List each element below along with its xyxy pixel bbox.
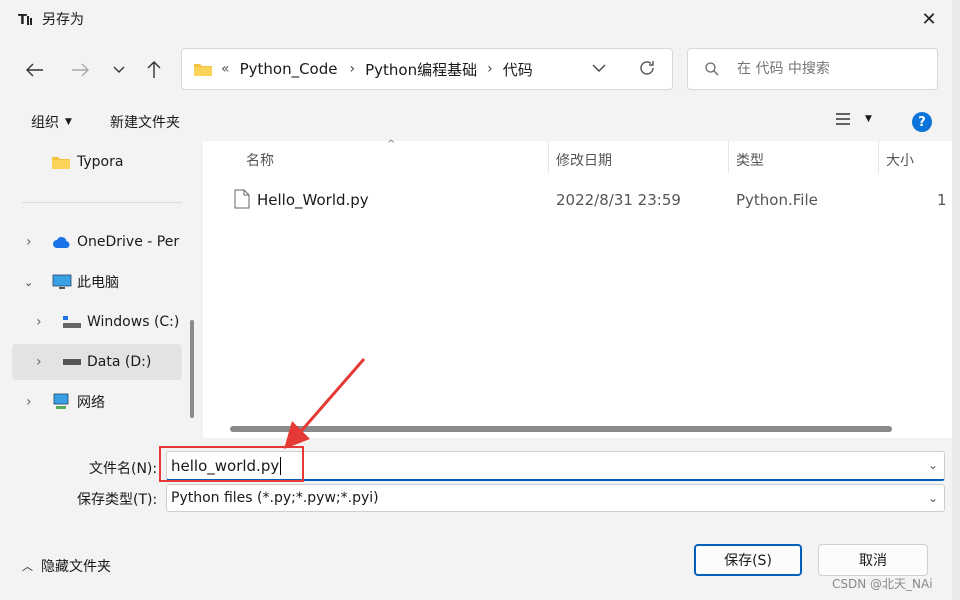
drive-icon	[63, 359, 81, 365]
nav-scrollbar[interactable]	[190, 320, 194, 418]
arrow-left-icon	[26, 63, 43, 77]
recent-locations-button[interactable]	[104, 56, 134, 84]
refresh-button[interactable]	[638, 59, 656, 81]
column-header-name[interactable]: 名称	[246, 150, 274, 170]
column-divider[interactable]	[548, 141, 549, 173]
column-header-size[interactable]: 大小	[886, 150, 914, 170]
file-icon	[234, 189, 250, 209]
filetype-value: Python files (*.py;*.pyw;*.pyi)	[171, 490, 379, 506]
view-options-button[interactable]: ▼	[835, 112, 872, 126]
address-bar[interactable]: « Python_Code › Python编程基础 › 代码	[181, 48, 673, 90]
nav-item-drive-d[interactable]: › Data (D:)	[12, 344, 182, 380]
computer-icon	[52, 274, 72, 289]
file-name: Hello_World.py	[257, 191, 369, 209]
search-input[interactable]	[735, 60, 919, 78]
folder-icon	[194, 64, 212, 76]
nav-item-label: OneDrive - Per	[77, 234, 180, 250]
help-button[interactable]: ?	[912, 112, 932, 132]
chevron-right-icon[interactable]: ›	[26, 234, 52, 250]
filetype-select[interactable]: Python files (*.py;*.pyw;*.pyi) ⌄	[166, 484, 945, 512]
file-type: Python.File	[736, 191, 818, 209]
column-divider[interactable]	[878, 141, 879, 173]
save-button[interactable]: 保存(S)	[694, 544, 802, 576]
help-icon: ?	[918, 114, 926, 130]
chevron-right-icon[interactable]: ›	[26, 394, 52, 410]
arrow-up-icon	[147, 61, 161, 78]
close-button[interactable]: ✕	[912, 4, 946, 34]
hide-folders-toggle[interactable]: ︿ 隐藏文件夹	[22, 556, 111, 576]
column-header-type[interactable]: 类型	[736, 150, 764, 170]
cancel-label: 取消	[859, 553, 887, 569]
svg-text:T: T	[18, 13, 27, 27]
nav-item-this-pc[interactable]: ⌄ 此电脑	[12, 264, 182, 300]
nav-item-label: Windows (C:)	[87, 314, 180, 330]
table-row[interactable]: Hello_World.py 2022/8/31 23:59 Python.Fi…	[203, 183, 952, 217]
save-label: 保存(S)	[724, 553, 772, 569]
hide-folders-label: 隐藏文件夹	[41, 559, 111, 575]
cloud-icon	[53, 237, 70, 248]
windows-drive-icon	[63, 316, 81, 328]
chevron-down-icon[interactable]: ⌄	[24, 276, 52, 289]
sort-ascending-icon: ^	[387, 139, 396, 150]
breadcrumb-separator-icon: ›	[487, 61, 493, 77]
file-modified: 2022/8/31 23:59	[556, 191, 681, 209]
chevron-down-icon	[113, 66, 125, 73]
breadcrumb-code[interactable]: 代码	[503, 59, 533, 80]
new-folder-button[interactable]: 新建文件夹	[110, 112, 180, 132]
refresh-icon	[640, 61, 654, 75]
navigation-pane: Typora › OneDrive - Per ⌄ 此电脑 › Windows …	[12, 141, 198, 438]
folder-icon	[52, 157, 70, 169]
back-button[interactable]	[20, 56, 50, 84]
watermark: CSDN @北天_NAi	[832, 577, 933, 591]
organize-menu[interactable]: 组织 ▼	[31, 112, 72, 132]
nav-item-label: 此电脑	[77, 275, 119, 291]
network-icon	[53, 393, 69, 409]
search-box[interactable]	[687, 48, 938, 90]
filename-label: 文件名(N):	[89, 461, 158, 477]
breadcrumb-overflow[interactable]: «	[221, 61, 230, 77]
typora-app-icon: T	[18, 13, 32, 27]
file-size: 1	[937, 191, 947, 209]
nav-item-network[interactable]: › 网络	[12, 384, 182, 420]
chevron-up-icon: ︿	[22, 560, 33, 573]
cancel-button[interactable]: 取消	[818, 544, 928, 576]
chevron-right-icon[interactable]: ›	[36, 354, 62, 370]
chevron-right-icon[interactable]: ›	[36, 314, 62, 330]
close-icon: ✕	[921, 8, 937, 30]
chevron-down-icon[interactable]: ⌄	[928, 458, 938, 472]
title-bar: T 另存为	[18, 8, 84, 30]
chevron-down-icon: ⌄	[927, 491, 938, 505]
address-dropdown-button[interactable]	[592, 61, 606, 77]
arrow-right-icon	[72, 63, 89, 77]
nav-item-onedrive[interactable]: › OneDrive - Per	[12, 224, 182, 260]
new-folder-label: 新建文件夹	[110, 115, 180, 131]
forward-button[interactable]	[65, 56, 95, 84]
nav-item-label: Typora	[77, 154, 124, 170]
background-window-edge	[952, 0, 960, 600]
breadcrumb-python-code[interactable]: Python_Code	[240, 60, 338, 78]
chevron-down-icon	[592, 64, 606, 72]
window-title: 另存为	[42, 12, 84, 28]
organize-label: 组织	[31, 115, 59, 131]
breadcrumb-python-basics[interactable]: Python编程基础	[365, 59, 477, 80]
up-button[interactable]	[139, 56, 169, 84]
breadcrumb-separator-icon: ›	[349, 61, 356, 77]
search-icon	[705, 62, 719, 76]
annotation-arrow-icon	[284, 358, 366, 449]
nav-item-drive-c[interactable]: › Windows (C:)	[12, 304, 182, 340]
nav-item-typora[interactable]: Typora	[12, 144, 182, 180]
nav-item-label: Data (D:)	[87, 354, 152, 370]
column-header-modified[interactable]: 修改日期	[556, 150, 612, 170]
caret-down-icon: ▼	[865, 114, 872, 124]
list-view-icon	[836, 113, 850, 125]
filetype-label: 保存类型(T):	[77, 492, 158, 508]
nav-divider	[22, 202, 182, 203]
column-divider[interactable]	[728, 141, 729, 173]
caret-down-icon: ▼	[65, 117, 72, 127]
nav-item-label: 网络	[77, 395, 105, 411]
